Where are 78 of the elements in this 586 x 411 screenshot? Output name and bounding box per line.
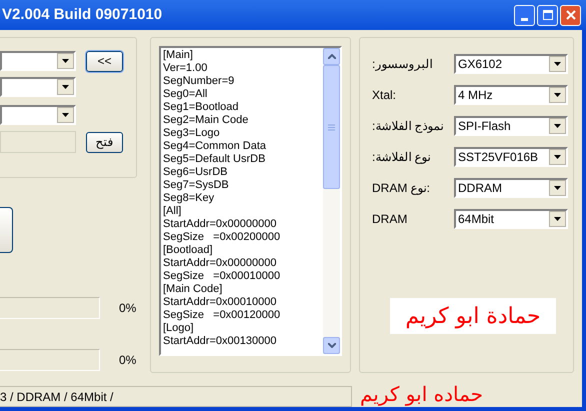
config-line: [Logo] [163, 322, 195, 335]
config-line: SegSize =0x00010000 [163, 270, 282, 283]
scroll-thumb[interactable] [323, 65, 340, 189]
status-field: 3 / DDRAM / 64Mbit / [0, 386, 352, 407]
scrollbar[interactable] [323, 48, 340, 354]
dropdown[interactable]: 4 MHz [454, 85, 568, 105]
caret-icon [62, 85, 69, 89]
progress-percent: 0% [119, 352, 136, 369]
config-line: [Bootload] [163, 244, 214, 257]
dropdown[interactable] [0, 77, 76, 97]
setting-label: DRAM [372, 211, 408, 228]
close-button[interactable] [560, 4, 581, 26]
dropdown[interactable] [0, 51, 76, 71]
config-line: Ver=1.00 [163, 62, 208, 75]
dropdown[interactable]: GX6102 [454, 54, 568, 74]
scroll-up-icon[interactable] [323, 48, 340, 65]
config-line: StartAddr=0x00000000 [163, 218, 278, 231]
config-line: Seg5=Default UsrDB [163, 153, 266, 166]
config-line: Seg4=Common Data [163, 140, 268, 153]
minimize-button[interactable] [514, 4, 535, 26]
dropdown-button[interactable] [57, 79, 74, 95]
config-line: StartAddr=0x00130000 [163, 335, 278, 348]
caret-icon [554, 155, 561, 159]
maximize-icon [542, 10, 552, 20]
dropdown[interactable]: 64Mbit [454, 209, 568, 229]
config-line: SegSize =0x00120000 [163, 309, 282, 322]
config-line: Seg1=Bootload [163, 101, 240, 114]
maximize-button[interactable] [537, 4, 558, 26]
caret-icon [554, 124, 561, 128]
window-title: V2.004 Build 09071010 [2, 4, 162, 25]
config-line: Seg6=UsrDB [163, 166, 229, 179]
config-line: Seg0=All [163, 88, 208, 101]
config-line: SegSize =0x00200000 [163, 231, 282, 244]
config-line: Seg8=Key [163, 192, 216, 205]
config-line: [Main Code] [163, 283, 224, 296]
caret-icon [554, 93, 561, 97]
dropdown-button[interactable] [549, 87, 566, 103]
action-button[interactable] [0, 207, 13, 253]
config-line: SegNumber=9 [163, 75, 236, 88]
dropdown-button[interactable] [57, 107, 74, 123]
open-button[interactable]: فتح [86, 132, 123, 152]
close-icon [566, 10, 576, 20]
caret-icon [554, 217, 561, 221]
scroll-down-icon[interactable] [323, 337, 340, 354]
caret-icon [62, 113, 69, 117]
minimize-icon [521, 18, 528, 20]
dropdown-button[interactable] [57, 53, 74, 69]
config-line: Seg2=Main Code [163, 114, 250, 127]
dropdown-button[interactable] [549, 180, 566, 196]
setting-label: DRAM نوع: [372, 180, 432, 197]
setting-label: :نموذج الفلاشة [372, 118, 445, 135]
caret-icon [62, 59, 69, 63]
dropdown-button[interactable] [549, 56, 566, 72]
config-listbox[interactable] [159, 46, 342, 356]
dropdown-button[interactable] [549, 211, 566, 227]
grip-icon [328, 124, 335, 130]
progress-percent: 0% [119, 300, 136, 317]
setting-label: :نوع الفلاشة [372, 149, 432, 166]
dropdown-button[interactable] [549, 118, 566, 134]
setting-label: :البروسسور [372, 56, 434, 73]
dropdown[interactable]: SST25VF016B [454, 147, 568, 167]
path-field[interactable] [0, 131, 76, 153]
caret-icon [554, 62, 561, 66]
signature-label: حمادة ابو كريم [390, 298, 556, 334]
config-line: Seg7=SysDB [163, 179, 230, 192]
config-line: StartAddr=0x00010000 [163, 296, 278, 309]
config-line: Seg3=Logo [163, 127, 221, 140]
overlay-text: حماده ابو كريم [360, 382, 484, 406]
dropdown[interactable]: DDRAM [454, 178, 568, 198]
dropdown-button[interactable] [549, 149, 566, 165]
dropdown[interactable]: SPI-Flash [454, 116, 568, 136]
setting-label: Xtal: [372, 87, 398, 104]
config-line: [All] [163, 205, 182, 218]
caret-icon [554, 186, 561, 190]
back-button[interactable]: << [86, 50, 123, 72]
dropdown[interactable] [0, 105, 76, 125]
config-line: StartAddr=0x00000000 [163, 257, 278, 270]
config-line: [Main] [163, 49, 194, 62]
